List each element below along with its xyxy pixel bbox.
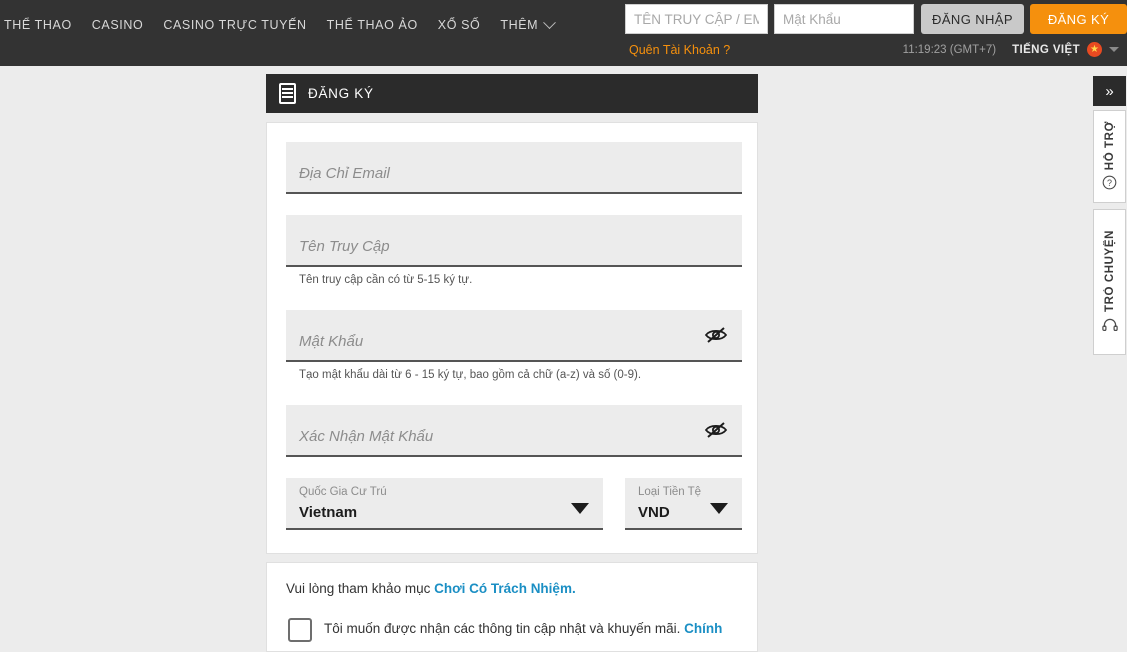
responsible-gaming-link[interactable]: Chơi Có Trách Nhiệm. (434, 581, 576, 596)
promo-consent-text: Tôi muốn được nhận các thông tin cập nhậ… (324, 619, 744, 639)
nav-item-the-thao[interactable]: THỂ THAO (0, 18, 82, 32)
password-field[interactable]: Mật Khẩu (286, 310, 742, 362)
language-selector[interactable]: TIẾNG VIỆT ★ (1012, 42, 1127, 57)
server-clock: 11:19:23 (GMT+7) (903, 44, 996, 56)
side-tab-chat[interactable]: TRÒ CHUYỆN (1093, 209, 1126, 355)
responsible-gaming-text: Vui lòng tham khảo mục (286, 581, 434, 596)
caret-down-icon (571, 503, 589, 514)
forgot-account-link[interactable]: Quên Tài Khoản ? (629, 43, 730, 57)
currency-value: VND (638, 504, 670, 521)
svg-text:?: ? (1107, 178, 1112, 188)
username-hint: Tên truy cập cần có từ 5-15 ký tự. (286, 274, 742, 286)
nav-item-casino[interactable]: CASINO (82, 18, 154, 32)
country-select[interactable]: Quốc Gia Cư Trú Vietnam (286, 478, 603, 530)
language-label: TIẾNG VIỆT (1012, 44, 1080, 56)
nav-label: THỂ THAO (4, 18, 72, 32)
confirm-password-placeholder: Xác Nhận Mật Khẩu (299, 428, 433, 445)
nav-item-the-thao-ao[interactable]: THỂ THAO ẢO (317, 18, 428, 32)
register-fields-card: Địa Chỉ Email Tên Truy Cập Tên truy cập … (266, 122, 758, 554)
top-bar: THỂ THAO CASINO CASINO TRỰC TUYẾN THỂ TH… (0, 0, 1127, 66)
field-confirm-password: Xác Nhận Mật Khẩu (286, 405, 742, 457)
responsible-gaming-line: Vui lòng tham khảo mục Chơi Có Trách Nhi… (286, 581, 576, 596)
password-input[interactable] (774, 4, 914, 34)
chevron-down-icon (1109, 47, 1119, 52)
register-form-header: ĐĂNG KÝ (266, 74, 758, 113)
chevron-double-right-icon: » (1105, 84, 1113, 99)
field-password: Mật Khẩu Tạo mật khẩu dài từ 6 - 15 ký t… (286, 310, 742, 381)
username-input[interactable] (625, 4, 768, 34)
page-title: ĐĂNG KÝ (308, 86, 374, 101)
nav-item-casino-truc-tuyen[interactable]: CASINO TRỰC TUYẾN (153, 18, 316, 32)
nav-label: THÊM (500, 18, 538, 32)
username-placeholder: Tên Truy Cập (299, 238, 390, 255)
confirm-password-field[interactable]: Xác Nhận Mật Khẩu (286, 405, 742, 457)
chat-label: TRÒ CHUYỆN (1104, 230, 1116, 312)
login-controls: ĐĂNG NHẬP ĐĂNG KÝ (625, 4, 1127, 34)
caret-down-icon (710, 503, 728, 514)
support-label: HỖ TRỢ (1104, 121, 1116, 170)
question-circle-icon: ? (1102, 175, 1117, 192)
currency-select[interactable]: Loại Tiền Tệ VND (625, 478, 742, 530)
side-tab-support[interactable]: HỖ TRỢ ? (1093, 110, 1126, 203)
eye-off-icon[interactable] (704, 422, 728, 438)
currency-label: Loại Tiền Tệ (638, 486, 701, 498)
promo-text-body: Tôi muốn được nhận các thông tin cập nhậ… (324, 621, 684, 636)
country-value: Vietnam (299, 504, 357, 521)
country-label: Quốc Gia Cư Trú (299, 486, 387, 498)
promo-checkbox[interactable] (288, 618, 312, 642)
eye-off-icon[interactable] (704, 327, 728, 343)
side-panel-collapse-button[interactable]: » (1093, 76, 1126, 106)
field-username: Tên Truy Cập Tên truy cập cần có từ 5-15… (286, 215, 742, 286)
email-placeholder: Địa Chỉ Email (299, 165, 390, 182)
document-icon (279, 83, 296, 104)
main-nav: THỂ THAO CASINO CASINO TRỰC TUYẾN THỂ TH… (0, 18, 564, 32)
password-hint: Tạo mật khẩu dài từ 6 - 15 ký tự, bao gồ… (286, 369, 742, 381)
headset-icon (1102, 318, 1118, 334)
nav-label: XỔ SỐ (438, 18, 481, 32)
username-field[interactable]: Tên Truy Cập (286, 215, 742, 267)
nav-label: CASINO TRỰC TUYẾN (163, 18, 306, 32)
nav-label: CASINO (92, 18, 144, 32)
email-field[interactable]: Địa Chỉ Email (286, 142, 742, 194)
field-email: Địa Chỉ Email (286, 142, 742, 194)
topbar-secondary-row: Quên Tài Khoản ? 11:19:23 (GMT+7) TIẾNG … (607, 42, 1127, 57)
field-country: Quốc Gia Cư Trú Vietnam (286, 478, 603, 530)
flag-star: ★ (1090, 45, 1099, 55)
privacy-policy-link[interactable]: Chính (684, 621, 722, 636)
login-button[interactable]: ĐĂNG NHẬP (921, 4, 1024, 34)
password-placeholder: Mật Khẩu (299, 333, 363, 350)
nav-item-them[interactable]: THÊM (490, 18, 564, 32)
register-button[interactable]: ĐĂNG KÝ (1030, 4, 1127, 34)
nav-item-xo-so[interactable]: XỔ SỐ (428, 18, 491, 32)
chevron-down-icon (543, 16, 556, 29)
field-currency: Loại Tiền Tệ VND (625, 478, 742, 530)
vietnam-flag-icon: ★ (1087, 42, 1102, 57)
nav-label: THỂ THAO ẢO (327, 18, 418, 32)
